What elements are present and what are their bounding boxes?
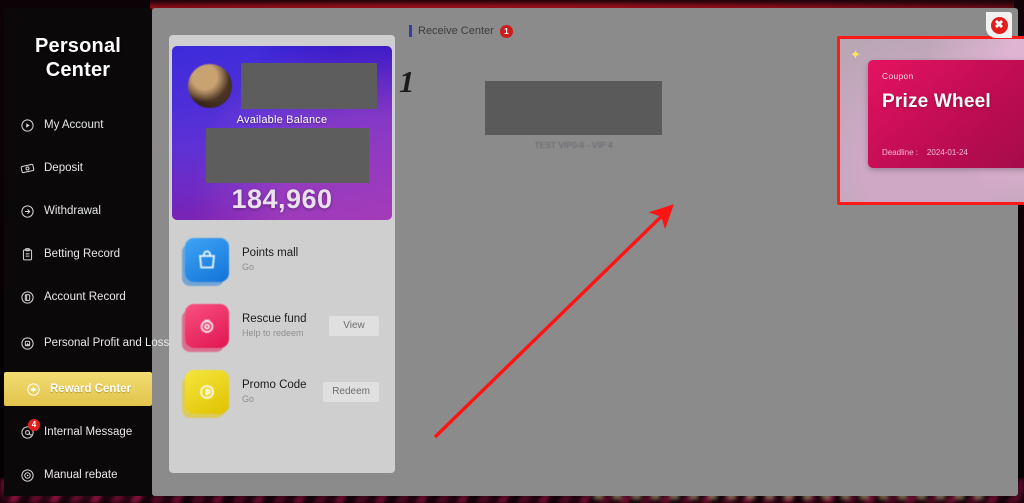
clipboard-icon <box>20 247 35 262</box>
withdraw-circle-icon <box>20 204 35 219</box>
shopping-bag-icon-tile <box>185 238 229 282</box>
menu-row-title: Rescue fund <box>242 313 307 325</box>
coupon-ticket: Coupon Prize Wheel Deadline : 2024-01-24 <box>868 60 1024 168</box>
at-circle-icon: 4 <box>20 418 40 440</box>
coupon-card[interactable]: Coupon Prize Wheel Deadline : 2024-01-24… <box>868 60 1024 168</box>
coupon-deadline-label: Deadline : <box>882 148 919 157</box>
coin-icon-tile <box>185 370 229 414</box>
sidebar-item-badge: 4 <box>28 418 40 431</box>
menu-row-text: Promo Code Go <box>242 378 322 406</box>
sparkle-icon: ✦ <box>850 47 861 62</box>
book-circle-icon <box>20 290 35 305</box>
center-promo-caption: TEST VIP0-9 - VIP 4 <box>534 140 613 150</box>
sidebar-item-label: Internal Message <box>44 425 133 438</box>
sidebar-nav: My Account Deposit Withdrawal Betting Recor… <box>4 108 169 492</box>
sidebar-item-personal-profit-and-loss[interactable]: Personal Profit and Loss <box>4 323 169 363</box>
coupon-deadline-value: 2024-01-24 <box>926 148 968 157</box>
sidebar-item-label: Withdrawal <box>44 204 101 217</box>
sidebar-item-label: Manual rebate <box>44 468 118 481</box>
close-button[interactable]: ✖ <box>986 12 1012 38</box>
sidebar-item-label: Reward Center <box>50 382 132 395</box>
reward-center-modal: ✖ Available Balance 184,960 Points mall G… <box>152 8 1024 496</box>
available-balance-label: Available Balance <box>236 114 328 126</box>
menu-row-action-button[interactable]: Redeem <box>322 381 380 403</box>
menu-row[interactable]: Points mall Go <box>172 231 392 289</box>
menu-row-action-button[interactable]: View <box>328 315 380 337</box>
step-number: 1 <box>399 64 415 99</box>
page-title-line2: Center <box>45 59 111 81</box>
sidebar-item-manual-rebate[interactable]: Manual rebate <box>4 458 152 492</box>
coupon-kind-label: Coupon <box>882 71 914 81</box>
left-panel: Available Balance 184,960 Points mall Go R… <box>169 35 395 473</box>
menu-row[interactable]: Promo Code Go Redeem <box>172 363 392 421</box>
balance-card: Available Balance 184,960 <box>172 46 392 220</box>
sidebar-item-label: Account Record <box>44 290 126 303</box>
sidebar-item-withdrawal[interactable]: Withdrawal <box>4 194 152 228</box>
sidebar-item-reward-center[interactable]: Reward Center <box>4 372 152 406</box>
page-title: Personal Center <box>4 8 152 82</box>
sidebar-item-label: Deposit <box>44 161 83 174</box>
sidebar: Personal Center My Account Deposit Withdra… <box>4 8 169 496</box>
menu-row-title: Promo Code <box>242 379 307 391</box>
center-promo-redaction <box>485 81 662 135</box>
sidebar-item-label: Personal Profit and Loss <box>44 336 170 349</box>
sidebar-item-deposit[interactable]: Deposit <box>4 151 152 185</box>
menu-row-subtitle: Go <box>242 262 255 272</box>
menu-row[interactable]: Rescue fund Help to redeem View <box>172 297 392 355</box>
menu-row-subtitle: Go <box>242 394 255 404</box>
banknote-icon <box>20 161 35 176</box>
chart-circle-icon <box>20 336 35 351</box>
menu-row-subtitle: Help to redeem <box>242 328 304 338</box>
menu-row-title: Points mall <box>242 247 299 259</box>
avatar <box>188 64 232 108</box>
page-title-line1: Personal <box>34 35 122 57</box>
gift-circle-icon <box>26 382 41 397</box>
lifebuoy-icon-tile <box>185 304 229 348</box>
balance-amount: 184,960 <box>231 184 333 214</box>
section-count-badge: 1 <box>499 24 513 38</box>
balance-redaction <box>206 128 369 183</box>
content-area: Receive Center 1 1 TEST VIP0-9 - VIP 4 ✦… <box>399 22 1024 486</box>
menu-row-text: Points mall Go <box>242 246 392 274</box>
rebate-circle-icon <box>20 468 35 483</box>
sidebar-item-internal-message[interactable]: 4 Internal Message <box>4 415 152 449</box>
section-title: Receive Center <box>418 25 494 37</box>
coupon-highlight-box: ✦ ✦ ✦ Coupon Prize Wheel Deadline : 2024… <box>837 36 1024 205</box>
sidebar-item-my-account[interactable]: My Account <box>4 108 152 142</box>
sidebar-item-betting-record[interactable]: Betting Record <box>4 237 152 271</box>
center-promo[interactable]: TEST VIP0-9 - VIP 4 <box>485 81 662 150</box>
close-icon: ✖ <box>990 16 1008 34</box>
coupon-deadline: Deadline : 2024-01-24 <box>882 148 968 157</box>
section-accent-bar <box>409 25 412 37</box>
play-circle-icon <box>20 118 35 133</box>
coupon-name: Prize Wheel <box>882 91 991 112</box>
sidebar-item-label: My Account <box>44 118 104 131</box>
menu-row-text: Rescue fund Help to redeem <box>242 312 328 340</box>
username-redaction <box>241 63 377 109</box>
sidebar-item-label: Betting Record <box>44 247 121 260</box>
sidebar-item-account-record[interactable]: Account Record <box>4 280 152 314</box>
